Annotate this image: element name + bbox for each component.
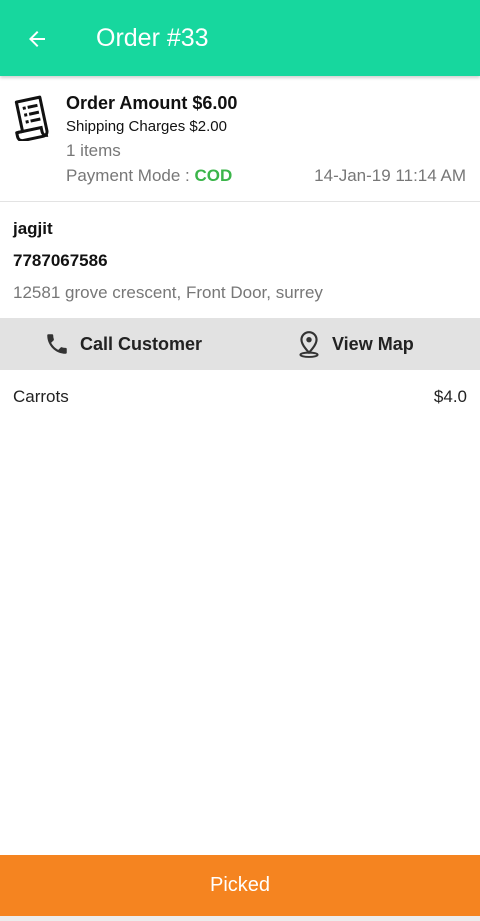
arrow-left-icon: [29, 31, 45, 47]
picked-label: Picked: [209, 874, 271, 896]
view-map-label: View Map: [332, 333, 414, 354]
payment-mode-value: COD: [194, 166, 233, 185]
item-price: $4.0: [433, 387, 467, 406]
divider: [0, 201, 480, 202]
items-count: 1 items: [66, 141, 121, 160]
back-button[interactable]: [24, 26, 50, 52]
list-item: Carrots $4.0: [13, 387, 467, 407]
app-bar: Order #33: [0, 0, 480, 76]
bottom-strip: [0, 916, 480, 921]
payment-mode: Payment Mode : COD: [66, 166, 232, 186]
shipping-charges: Shipping Charges $2.00: [66, 118, 227, 135]
payment-mode-label: Payment Mode :: [66, 166, 195, 185]
customer-address: 12581 grove crescent, Front Door, surrey: [13, 283, 323, 302]
picked-button[interactable]: Picked: [0, 855, 480, 916]
call-customer-button[interactable]: Call Customer: [44, 318, 202, 370]
customer-name: jagjit: [13, 219, 53, 238]
view-map-button[interactable]: View Map: [296, 318, 414, 370]
customer-phone: 7787067586: [13, 251, 108, 270]
phone-icon: [47, 334, 67, 354]
item-name: Carrots: [13, 387, 69, 406]
call-customer-label: Call Customer: [80, 333, 203, 354]
page-title: Order #33: [96, 24, 209, 52]
order-date: 14-Jan-19 11:14 AM: [314, 166, 466, 185]
action-bar: Call Customer View Map: [0, 318, 480, 370]
receipt-icon: [14, 95, 49, 141]
order-amount: Order Amount $6.00: [66, 93, 238, 113]
map-pin-icon: [299, 331, 319, 358]
